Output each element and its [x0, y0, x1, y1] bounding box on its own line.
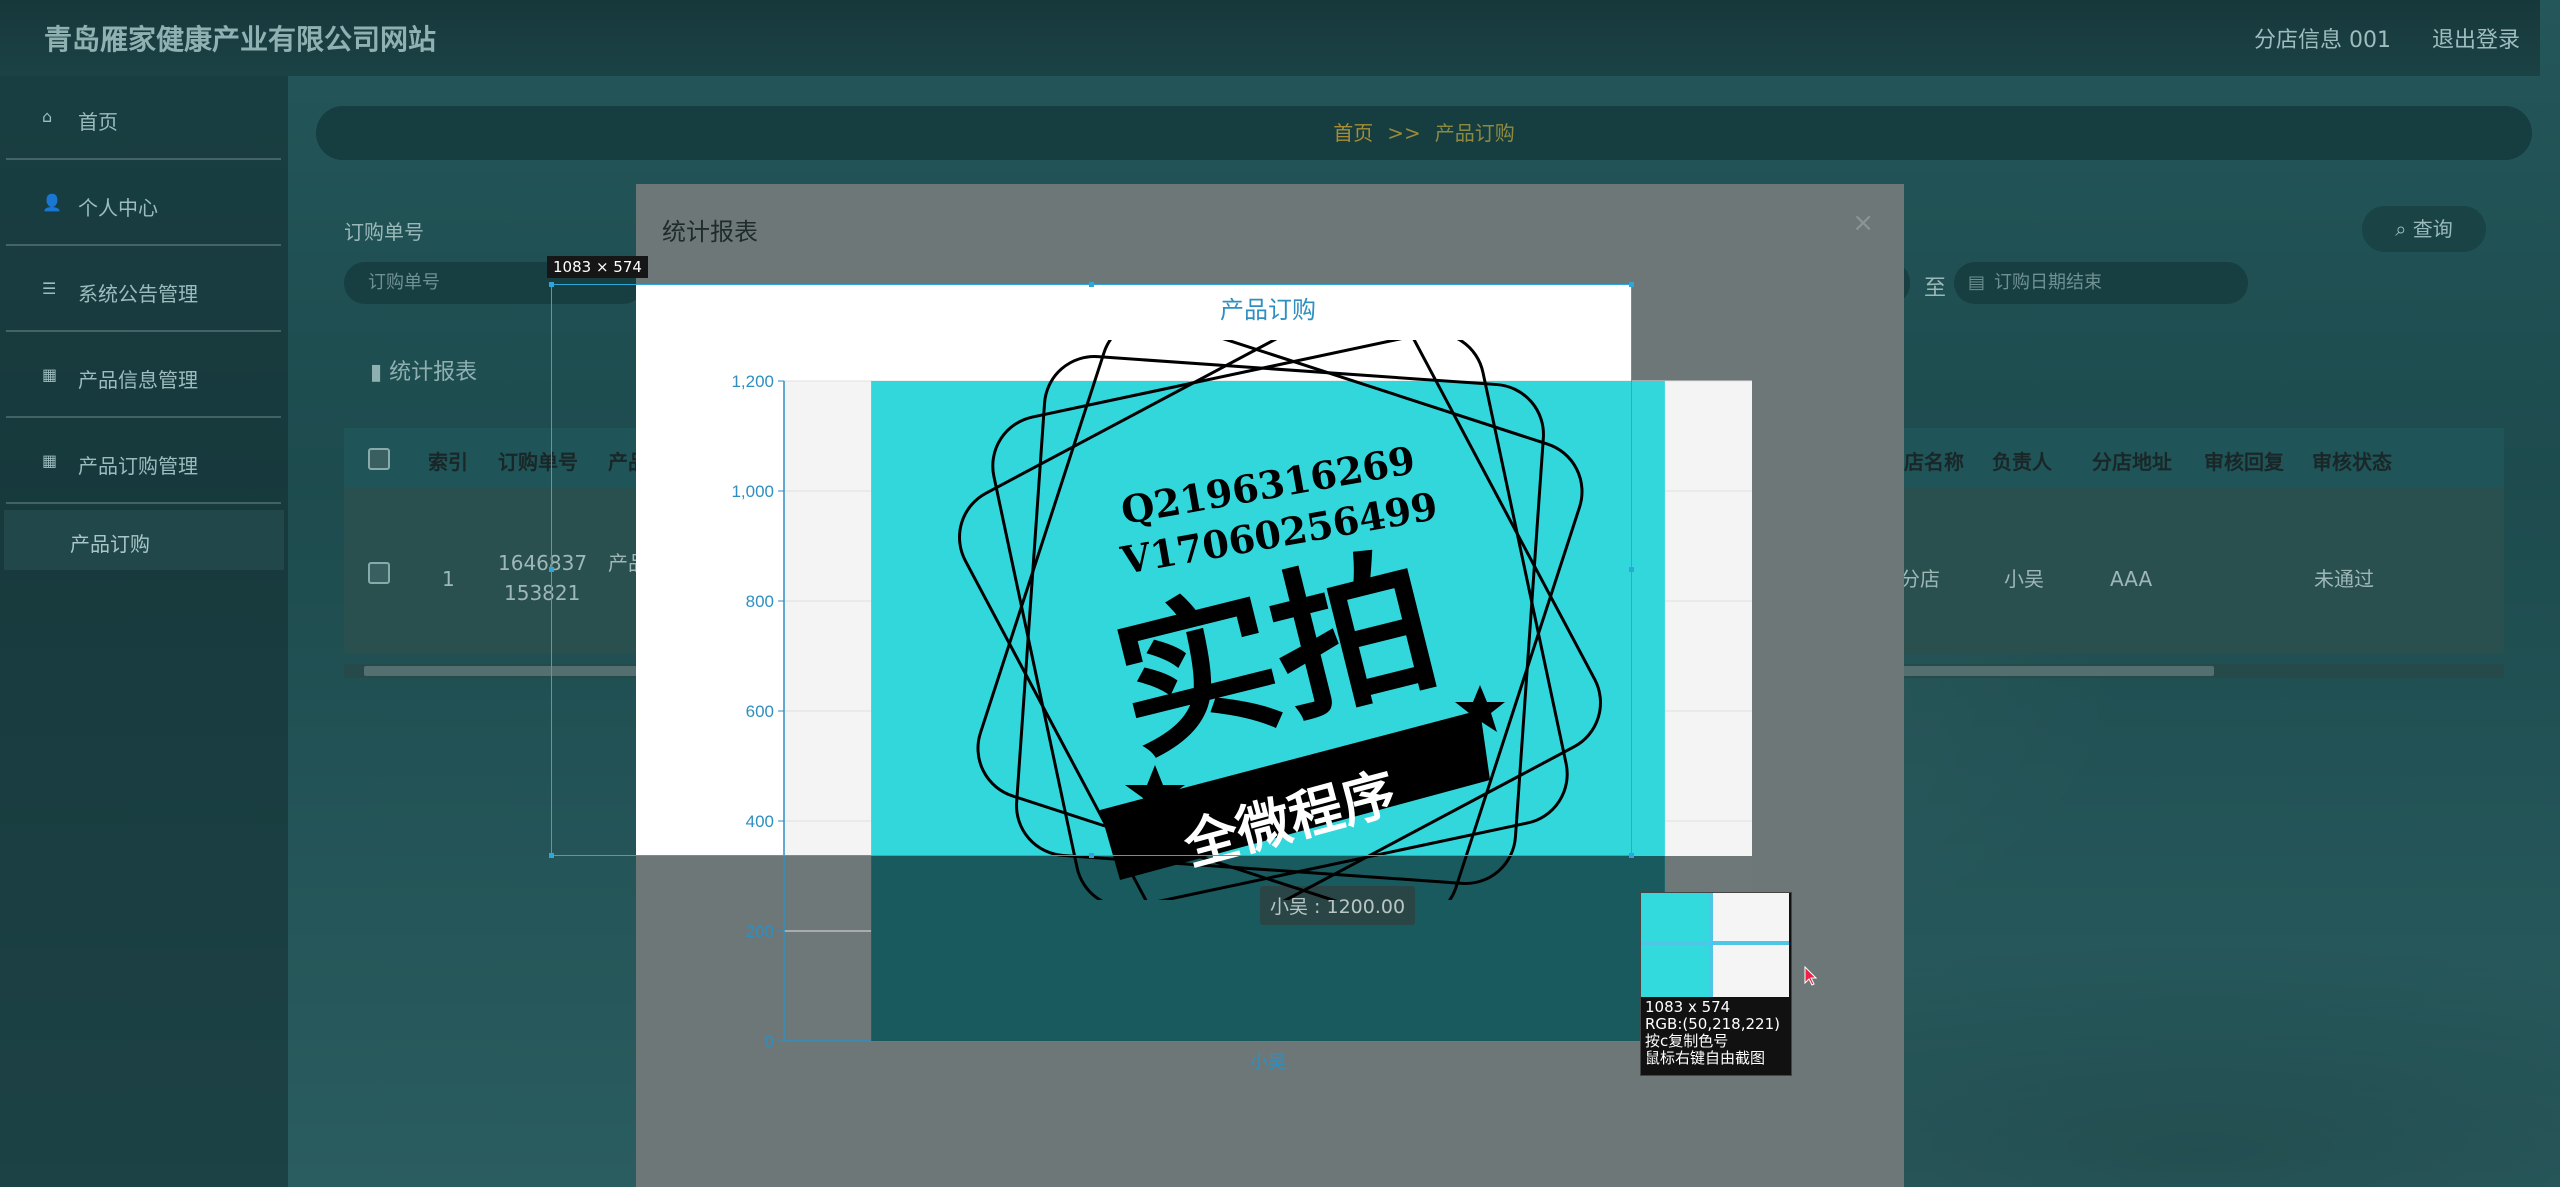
selection-handle[interactable]: [549, 282, 554, 287]
breadcrumb-home[interactable]: 首页: [1333, 121, 1373, 145]
selection-handle[interactable]: [1629, 853, 1634, 858]
home-icon: ⌂: [42, 107, 53, 126]
selection-size-label: 1083 × 574: [547, 256, 648, 278]
column-header: 索引: [428, 450, 468, 474]
magnifier-size: 1083 x 574: [1645, 998, 1731, 1016]
cell-store: 分店: [1900, 567, 1940, 591]
order-number-placeholder: 订购单号: [368, 272, 440, 293]
date-end-placeholder: 订购日期结束: [1994, 272, 2102, 293]
column-header: 店名称: [1904, 450, 1964, 474]
grid-icon: ▦: [42, 451, 58, 470]
stat-report-button[interactable]: ▮ 统计报表: [370, 354, 477, 386]
sidebar-item-label: 产品订购管理: [78, 454, 198, 478]
selection-handle[interactable]: [549, 853, 554, 858]
store-info-link[interactable]: 分店信息 001: [2254, 28, 2391, 53]
grid-icon: ▦: [42, 365, 58, 384]
x-tick-label: 小吴: [1250, 1052, 1286, 1072]
column-header: 审核回复: [2204, 450, 2284, 474]
magnifier-rgb: RGB:(50,218,221): [1645, 1015, 1780, 1033]
cell-manager: 小吴: [2004, 567, 2044, 591]
sidebar-subitem-product-order[interactable]: 产品订购: [4, 510, 284, 570]
screenshot-magnifier: 1083 x 574 RGB:(50,218,221) 按c复制色号 鼠标右键自…: [1640, 892, 1792, 1076]
site-title: 青岛雁家健康产业有限公司网站: [44, 23, 437, 56]
magnifier-view: [1641, 893, 1789, 997]
y-tick-label: 200: [746, 922, 774, 941]
top-right-links: 分店信息 001 退出登录: [2220, 22, 2520, 54]
select-all-checkbox[interactable]: [368, 448, 390, 470]
sidebar-item-label: 首页: [78, 110, 118, 134]
magnifier-info: 1083 x 574 RGB:(50,218,221) 按c复制色号 鼠标右键自…: [1645, 999, 1780, 1067]
date-range-to-label: 至: [1924, 276, 1947, 301]
selection-handle[interactable]: [1089, 282, 1094, 287]
sidebar-item-label: 系统公告管理: [78, 282, 198, 306]
breadcrumb-separator: >>: [1387, 121, 1421, 145]
search-button[interactable]: ⌕ 查询: [2362, 206, 2486, 252]
user-icon: 👤: [42, 193, 62, 212]
logout-link[interactable]: 退出登录: [2432, 28, 2520, 53]
sidebar-subitem-label: 产品订购: [70, 532, 150, 556]
breadcrumb: 首页 >> 产品订购: [316, 106, 2532, 160]
list-icon: ☰: [42, 279, 57, 298]
magnifier-copy-hint: 按c复制色号: [1645, 1032, 1729, 1050]
cell-status: 未通过: [2314, 567, 2374, 591]
selection-handle[interactable]: [1629, 567, 1634, 572]
breadcrumb-current: 产品订购: [1434, 121, 1515, 145]
sidebar-item-orders[interactable]: ▦ 产品订购管理: [6, 420, 281, 504]
sidebar-item-label: 个人中心: [78, 196, 158, 220]
sidebar-item-home[interactable]: ⌂ 首页: [6, 76, 281, 160]
sidebar-item-profile[interactable]: 👤 个人中心: [6, 162, 281, 246]
mouse-cursor-icon: [1804, 966, 1818, 986]
calendar-icon: ▤: [1968, 272, 1986, 293]
cell-address: AAA: [2110, 567, 2153, 591]
sidebar-item-label: 产品信息管理: [78, 368, 198, 392]
column-header: 负责人: [1992, 450, 2052, 474]
selection-handle[interactable]: [1629, 282, 1634, 287]
sidebar-item-products[interactable]: ▦ 产品信息管理: [6, 334, 281, 418]
sidebar-item-announcements[interactable]: ☰ 系统公告管理: [6, 248, 281, 332]
column-header: 分店地址: [2092, 450, 2172, 474]
bar-chart-icon: ▮: [370, 360, 383, 385]
screenshot-selection[interactable]: [551, 284, 1632, 856]
row-checkbox[interactable]: [368, 562, 390, 584]
column-header: 审核状态: [2312, 450, 2392, 474]
search-icon: ⌕: [2395, 217, 2407, 241]
search-button-label: 查询: [2412, 217, 2453, 241]
magnifier-free-hint: 鼠标右键自由截图: [1645, 1049, 1766, 1067]
date-end-input[interactable]: ▤ 订购日期结束: [1954, 262, 2248, 304]
y-tick-label: 0: [765, 1032, 774, 1051]
top-bar: 青岛雁家健康产业有限公司网站 分店信息 001 退出登录: [0, 0, 2540, 76]
selection-handle[interactable]: [1089, 853, 1094, 858]
cell-index: 1: [442, 567, 455, 591]
selection-handle[interactable]: [549, 567, 554, 572]
sidebar: ⌂ 首页 👤 个人中心 ☰ 系统公告管理 ▦ 产品信息管理 ▦ 产品订购管理: [0, 76, 288, 1187]
stat-report-label: 统计报表: [389, 360, 478, 385]
order-number-label: 订购单号: [344, 220, 424, 244]
